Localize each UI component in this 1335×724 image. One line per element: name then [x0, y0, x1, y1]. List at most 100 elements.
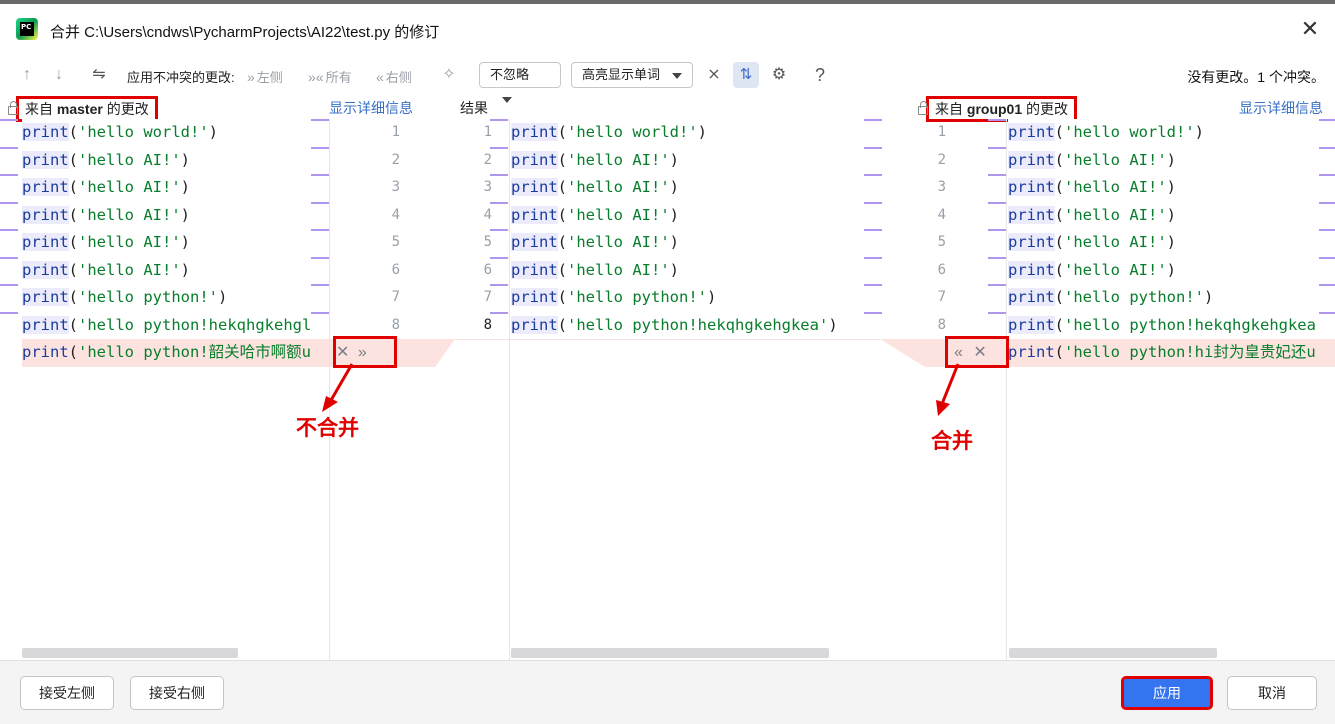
change-marker [1319, 284, 1335, 286]
highlight-words-dropdown[interactable]: 高亮显示单词 [571, 62, 693, 88]
code-paren: ) [180, 233, 191, 251]
line-number: 8 [483, 316, 492, 333]
code-line[interactable]: print('hello AI!') [1008, 257, 1335, 285]
code-keyword: print [22, 178, 69, 196]
code-string: 'hello python!hekqhgkehgl [78, 315, 312, 334]
close-icon[interactable]: ✕ [1299, 18, 1321, 40]
code-line[interactable]: print('hello AI!') [511, 174, 881, 202]
window-title: 合并 C:\Users\cndws\PycharmProjects\AI22\t… [50, 24, 440, 41]
code-string: 'hello AI!' [1064, 233, 1167, 251]
code-line[interactable]: print('hello python!') [1008, 284, 1335, 312]
code-line[interactable]: print('hello AI!') [22, 147, 329, 175]
code-line[interactable]: print('hello python!韶关哈市啊额u [22, 339, 329, 367]
code-paren: ( [1054, 205, 1065, 224]
change-marker [311, 119, 329, 121]
code-string: 'hello AI!' [78, 178, 181, 196]
code-line[interactable]: print('hello python!') [22, 284, 329, 312]
right-show-details-link[interactable]: 显示详细信息 [1239, 98, 1323, 118]
code-line[interactable]: print('hello world!') [1008, 119, 1335, 147]
code-paren: ( [1054, 123, 1065, 141]
apply-right-button[interactable]: «右侧 [376, 67, 412, 86]
change-marker [988, 256, 1006, 259]
line-number: 2 [483, 151, 492, 168]
chevron-down-icon [502, 96, 512, 103]
apply-left-button[interactable]: » 左侧 [247, 67, 283, 86]
code-line[interactable]: print('hello world!') [511, 119, 881, 147]
code-paren: ) [1194, 123, 1205, 141]
result-code-editor[interactable]: print('hello world!') print('hello AI!') p… [511, 119, 881, 660]
code-line[interactable]: print('hello world!') [22, 119, 329, 147]
code-line[interactable]: print('hello AI!') [511, 147, 881, 175]
apply-non-conflicting-icon[interactable]: ⇋ [88, 64, 110, 86]
code-line[interactable]: print('hello AI!') [1008, 147, 1335, 175]
code-string: 'hello AI!' [567, 205, 670, 224]
code-keyword: print [22, 233, 69, 251]
right-code-editor[interactable]: print('hello world!') print('hello AI!') p… [1008, 119, 1335, 660]
code-paren: ( [68, 233, 79, 251]
apply-button[interactable]: 应用 [1121, 676, 1213, 710]
chevrons-left-icon: « [376, 69, 384, 85]
left-code-editor[interactable]: print('hello world!') print('hello AI!') p… [22, 119, 329, 660]
code-keyword: print [1008, 260, 1055, 279]
code-paren: ( [68, 150, 79, 169]
code-line[interactable]: print('hello python!') [511, 284, 881, 312]
accept-left-button[interactable]: 接受左侧 [20, 676, 114, 710]
right-horizontal-scrollbar[interactable] [1009, 648, 1217, 658]
change-marker [988, 284, 1006, 286]
code-line[interactable]: print('hello AI!') [511, 202, 881, 230]
code-paren: ( [1054, 260, 1065, 279]
change-marker [1319, 146, 1335, 149]
magic-resolve-icon[interactable]: ✧ [438, 64, 460, 86]
code-string: 'hello python!' [1064, 288, 1204, 306]
code-line[interactable]: print('hello AI!') [22, 257, 329, 285]
line-number: 7 [391, 289, 400, 305]
collapse-unchanged-icon[interactable]: ⨯ [703, 64, 725, 86]
line-number: 3 [391, 179, 400, 195]
code-line[interactable]: print('hello AI!') [1008, 229, 1335, 257]
change-marker [864, 201, 882, 204]
help-icon[interactable]: ? [809, 64, 831, 86]
line-number: 1 [483, 124, 492, 140]
code-string: 'hello AI!' [78, 233, 181, 251]
cancel-button[interactable]: 取消 [1227, 676, 1317, 710]
code-line[interactable]: print('hello AI!') [22, 229, 329, 257]
next-difference-icon[interactable]: ↓ [48, 64, 70, 86]
previous-difference-icon[interactable]: ↑ [16, 64, 38, 86]
code-line[interactable]: print('hello AI!') [1008, 174, 1335, 202]
gear-icon[interactable]: ⚙ [768, 64, 790, 86]
code-line[interactable]: print('hello AI!') [511, 257, 881, 285]
code-paren: ( [1054, 315, 1065, 334]
code-paren: ) [828, 315, 838, 334]
change-marker [0, 256, 18, 259]
code-paren: ) [669, 233, 680, 251]
code-line[interactable]: print('hello AI!') [22, 174, 329, 202]
code-line[interactable]: print('hello python!hi封为皇贵妃还u [1008, 339, 1335, 367]
change-marker [0, 311, 18, 314]
code-paren: ( [1054, 233, 1065, 251]
line-number: 2 [391, 151, 400, 168]
left-pane-header: 来自 master 的更改 [8, 96, 158, 122]
code-line[interactable]: print('hello python!hekqhgkehgkea [1008, 312, 1335, 340]
code-paren: ) [1166, 150, 1177, 169]
code-line[interactable]: print('hello python!hekqhgkehgkea') [511, 312, 881, 340]
code-line[interactable]: print('hello python!hekqhgkehgl [22, 312, 329, 340]
code-line[interactable]: print('hello AI!') [511, 229, 881, 257]
change-marker [0, 201, 18, 204]
code-line[interactable]: print('hello AI!') [22, 202, 329, 230]
accept-right-button[interactable]: 接受右侧 [130, 676, 224, 710]
apply-all-button[interactable]: »« 所有 [308, 67, 352, 86]
left-horizontal-scrollbar[interactable] [22, 648, 238, 658]
result-horizontal-scrollbar[interactable] [511, 648, 829, 658]
ignore-whitespace-dropdown[interactable]: 不忽略 [479, 62, 561, 103]
code-line[interactable]: print('hello AI!') [1008, 202, 1335, 230]
code-paren: ( [557, 205, 568, 224]
left-show-details-link[interactable]: 显示详细信息 [329, 98, 413, 118]
change-marker [0, 284, 18, 286]
line-number: 3 [483, 179, 492, 195]
lock-icon [918, 101, 928, 115]
change-marker [988, 229, 1006, 231]
change-marker [864, 119, 882, 121]
line-number: 5 [391, 234, 400, 250]
code-paren: ( [1054, 288, 1065, 306]
sync-scroll-toggle-icon[interactable]: ⇅ [733, 62, 759, 88]
